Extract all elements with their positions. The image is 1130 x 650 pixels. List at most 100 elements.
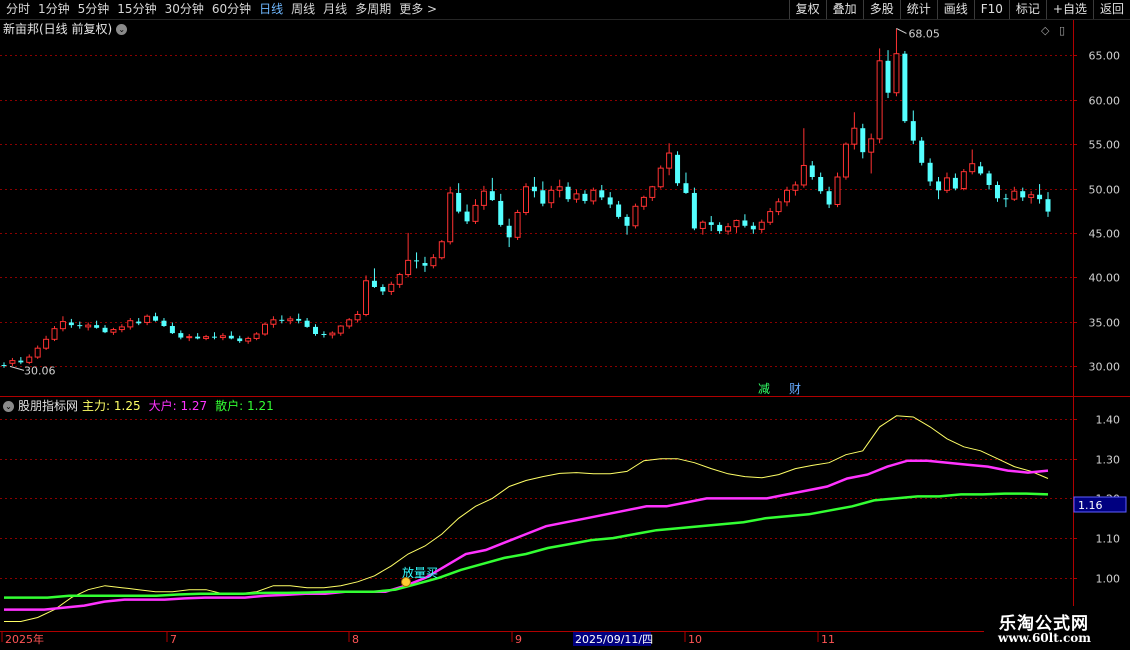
- candle-body: [447, 192, 454, 243]
- diamond-icon[interactable]: ◇: [1041, 24, 1049, 37]
- candle-body: [1028, 194, 1035, 198]
- candle-body: [640, 196, 647, 207]
- y-tick-label: 45.00: [1089, 228, 1121, 241]
- candle-body: [26, 356, 33, 363]
- candle-body: [657, 167, 664, 188]
- cursor-date-label: 2025/09/11/四: [575, 633, 653, 646]
- candle-body: [354, 313, 361, 321]
- event-label-finance: 财: [789, 382, 801, 396]
- candle-body: [978, 166, 984, 174]
- candle-body: [422, 263, 428, 266]
- candle-body: [211, 336, 217, 338]
- candle-body: [691, 192, 697, 229]
- candle-body: [910, 121, 916, 141]
- chevron-down-icon[interactable]: ⌄: [3, 400, 14, 412]
- candle-body: [868, 138, 875, 153]
- candle-body: [607, 197, 613, 205]
- candle-body: [498, 200, 504, 225]
- candle-body: [556, 186, 563, 191]
- candle-body: [489, 191, 495, 201]
- candle-body: [523, 186, 529, 213]
- candle-body: [405, 259, 412, 276]
- candle-body: [683, 183, 689, 193]
- candle-body: [102, 327, 108, 333]
- candle-body: [1045, 199, 1051, 212]
- y-tick-label: 1.10: [1096, 533, 1121, 546]
- y-tick-label: 1.30: [1096, 454, 1121, 467]
- main-force-value: 主力: 1.25: [82, 399, 141, 413]
- candle-body: [885, 60, 891, 93]
- candle-body: [994, 184, 1000, 199]
- candle-body: [472, 204, 479, 222]
- x-tick-label: 7: [170, 633, 177, 646]
- candle-body: [144, 315, 151, 323]
- candle-body: [1, 365, 7, 367]
- candle-body: [876, 60, 883, 140]
- candle-body: [9, 360, 16, 364]
- candle-body: [396, 274, 403, 285]
- main-chart-header: 新亩邦(日线 前复权) ⌄: [3, 21, 128, 37]
- x-tick-label: 11: [821, 633, 835, 646]
- candle-body: [927, 162, 933, 182]
- candle-body: [59, 321, 66, 330]
- y-tick-label: 55.00: [1089, 139, 1121, 152]
- watermark: 乐淘公式网 www.60lt.com: [984, 606, 1130, 650]
- candle-body: [127, 320, 134, 328]
- candle-body: [565, 186, 571, 200]
- candle-body: [919, 140, 925, 163]
- candle-body: [632, 205, 639, 227]
- candle-body: [388, 283, 395, 292]
- candle-body: [321, 333, 327, 335]
- candle-body: [270, 319, 277, 325]
- hand-icon: [401, 577, 411, 587]
- candle-body: [337, 325, 344, 334]
- x-tick-label: 8: [352, 633, 359, 646]
- stock-chart[interactable]: 65.00 60.00 55.00 50.00 45.00 40.00 35.00 30.00…: [0, 0, 1130, 650]
- current-value-label: 1.16: [1078, 499, 1103, 512]
- candle-body: [110, 329, 117, 333]
- candle-body: [758, 221, 765, 230]
- event-label-reduce: 减: [758, 382, 770, 396]
- candle-body: [969, 163, 976, 173]
- candle-body: [329, 332, 336, 336]
- candle-body: [480, 190, 487, 206]
- candle-body: [573, 193, 580, 200]
- candle-body: [456, 192, 462, 212]
- candle-body: [818, 176, 824, 192]
- candle-body: [514, 211, 521, 238]
- candle-body: [77, 325, 83, 327]
- indicator-name[interactable]: 股朋指标网: [18, 398, 78, 414]
- candle-body: [767, 211, 774, 223]
- high-price-label: 68.05: [908, 27, 940, 40]
- candle-body: [1020, 191, 1026, 198]
- candle-body: [531, 186, 537, 192]
- candle-body: [986, 173, 992, 185]
- candle-body: [430, 257, 437, 267]
- candle-body: [94, 325, 100, 328]
- window-icon[interactable]: ▯: [1059, 24, 1065, 37]
- candle-body: [304, 320, 310, 327]
- candle-body: [118, 326, 125, 331]
- candle-body: [792, 184, 799, 191]
- candle-body: [540, 190, 546, 204]
- candle-body: [936, 181, 942, 191]
- candle-body: [414, 260, 420, 262]
- candle-body: [784, 189, 790, 203]
- candle-body: [952, 177, 958, 189]
- candle-body: [893, 53, 900, 94]
- candle-body: [826, 191, 832, 205]
- candle-body: [438, 241, 445, 259]
- candle-body: [717, 224, 723, 232]
- watermark-url: www.60lt.com: [998, 631, 1091, 645]
- candle-body: [750, 225, 756, 230]
- candle-body: [725, 226, 732, 232]
- candle-body: [624, 216, 630, 226]
- candle-body: [649, 186, 656, 198]
- chevron-down-icon[interactable]: ⌄: [116, 23, 128, 35]
- candle-body: [1011, 190, 1018, 200]
- x-tick-label: 10: [688, 633, 702, 646]
- x-tick-label: 2025年: [5, 632, 44, 646]
- candle-body: [245, 337, 252, 342]
- candle-body: [169, 326, 175, 334]
- candle-body: [506, 225, 512, 238]
